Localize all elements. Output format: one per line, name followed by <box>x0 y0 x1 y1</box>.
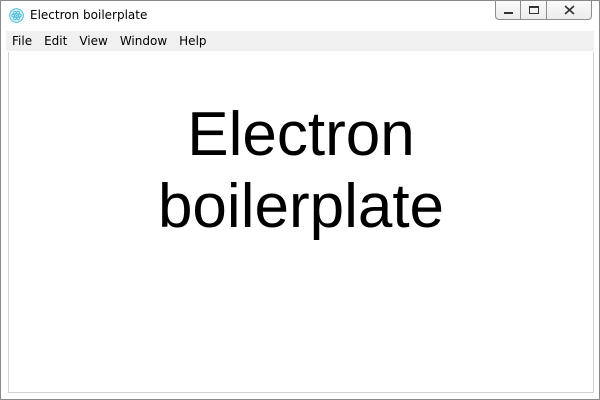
close-button[interactable] <box>547 1 592 20</box>
content-area: Electron boilerplate <box>8 52 594 393</box>
window-title: Electron boilerplate <box>30 8 148 22</box>
page-heading: Electron boilerplate <box>9 99 593 243</box>
menu-view[interactable]: View <box>73 31 113 51</box>
app-window: Electron boilerplate File Edit View Wind… <box>0 0 600 400</box>
menu-file[interactable]: File <box>6 31 38 51</box>
electron-atom-icon <box>9 8 24 23</box>
minimize-button[interactable] <box>495 1 521 20</box>
title-bar[interactable]: Electron boilerplate <box>1 1 599 30</box>
menu-edit[interactable]: Edit <box>38 31 73 51</box>
heading-line-2: boilerplate <box>157 172 445 241</box>
minimize-icon <box>504 12 513 14</box>
maximize-button[interactable] <box>521 1 547 20</box>
menu-help[interactable]: Help <box>173 31 212 51</box>
maximize-icon <box>529 6 539 14</box>
heading-line-1: Electron <box>187 100 415 169</box>
menu-window[interactable]: Window <box>114 31 173 51</box>
close-icon <box>564 5 575 15</box>
window-controls <box>495 1 592 21</box>
menu-bar: File Edit View Window Help <box>6 31 594 51</box>
